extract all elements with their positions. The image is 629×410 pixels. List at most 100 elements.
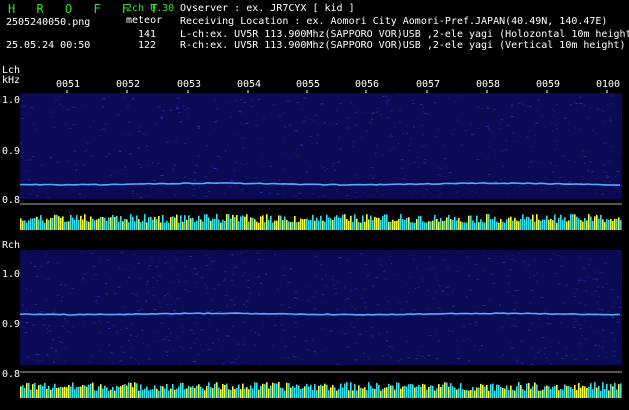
power-bar: [96, 219, 98, 230]
noise-speck: [338, 257, 342, 259]
power-bar: [26, 383, 28, 398]
noise-speck: [236, 134, 239, 136]
noise-speck: [177, 252, 180, 254]
power-bar: [408, 384, 410, 398]
noise-speck: [525, 304, 527, 306]
noise-speck: [46, 279, 50, 281]
noise-speck: [506, 256, 508, 258]
power-bar: [40, 215, 42, 230]
power-bar: [608, 220, 610, 230]
power-bar: [552, 220, 554, 230]
power-bar: [266, 382, 268, 398]
noise-speck: [451, 134, 454, 135]
noise-speck: [211, 342, 214, 344]
noise-speck: [241, 339, 245, 341]
power-bar: [200, 219, 202, 230]
noise-speck: [197, 354, 200, 356]
power-bar: [280, 387, 282, 398]
power-bar: [284, 216, 286, 230]
power-bar: [426, 222, 428, 230]
noise-speck: [183, 109, 186, 110]
noise-speck: [427, 290, 429, 291]
noise-speck: [386, 332, 388, 333]
noise-speck: [55, 330, 57, 332]
noise-speck: [279, 314, 283, 316]
noise-speck: [500, 327, 504, 329]
power-bar: [74, 219, 76, 230]
noise-speck: [351, 355, 353, 357]
noise-speck: [616, 171, 620, 172]
noise-speck: [354, 174, 358, 176]
noise-speck: [127, 103, 130, 105]
power-bar: [54, 383, 56, 398]
noise-speck: [590, 179, 593, 181]
power-bar: [88, 384, 90, 398]
noise-speck: [617, 115, 619, 117]
noise-speck: [39, 266, 43, 268]
noise-speck: [365, 306, 367, 308]
noise-speck: [508, 275, 510, 277]
power-bar: [126, 219, 128, 230]
power-bar: [290, 222, 292, 230]
noise-speck: [25, 322, 29, 324]
noise-speck: [120, 173, 122, 175]
power-bar: [360, 222, 362, 230]
noise-speck: [477, 106, 480, 108]
noise-speck: [512, 324, 516, 326]
noise-speck: [25, 288, 27, 290]
power-bar: [214, 383, 216, 398]
power-bar: [244, 216, 246, 230]
power-bar: [246, 387, 248, 398]
noise-speck: [443, 158, 447, 160]
noise-speck: [592, 278, 595, 280]
noise-speck: [405, 341, 409, 343]
power-bar: [80, 386, 82, 398]
noise-speck: [466, 268, 468, 270]
noise-speck: [235, 161, 238, 163]
noise-speck: [235, 266, 238, 268]
noise-speck: [207, 191, 211, 193]
noise-speck: [205, 145, 208, 147]
noise-speck: [44, 255, 46, 257]
noise-speck: [21, 143, 24, 145]
power-bar: [48, 385, 50, 398]
noise-speck: [49, 282, 52, 284]
noise-speck: [137, 310, 141, 312]
power-bar: [620, 383, 622, 398]
noise-speck: [610, 289, 614, 291]
noise-speck: [288, 307, 291, 308]
noise-speck: [543, 353, 546, 355]
power-bar: [524, 219, 526, 230]
noise-speck: [146, 145, 148, 147]
power-bar: [396, 382, 398, 398]
noise-speck: [50, 157, 52, 158]
power-bar: [152, 389, 154, 398]
noise-speck: [308, 136, 312, 138]
noise-speck: [525, 334, 527, 336]
power-bar: [582, 221, 584, 230]
power-bar: [334, 387, 336, 398]
noise-speck: [609, 120, 612, 122]
noise-speck: [478, 349, 481, 351]
noise-speck: [224, 271, 227, 273]
power-bar: [118, 221, 120, 230]
noise-speck: [55, 316, 57, 318]
noise-speck: [468, 344, 470, 346]
noise-speck: [319, 196, 321, 198]
noise-speck: [338, 102, 342, 104]
noise-speck: [593, 346, 595, 347]
noise-speck: [75, 171, 77, 173]
noise-speck: [163, 339, 167, 340]
noise-speck: [581, 175, 583, 177]
noise-speck: [422, 187, 423, 189]
noise-speck: [325, 274, 327, 276]
noise-speck: [162, 109, 164, 111]
power-bar: [74, 389, 76, 398]
noise-speck: [360, 253, 363, 255]
noise-speck: [426, 268, 428, 270]
noise-speck: [254, 178, 256, 180]
noise-speck: [92, 322, 96, 324]
power-bar: [236, 215, 238, 230]
noise-speck: [153, 309, 157, 310]
noise-speck: [134, 294, 138, 296]
